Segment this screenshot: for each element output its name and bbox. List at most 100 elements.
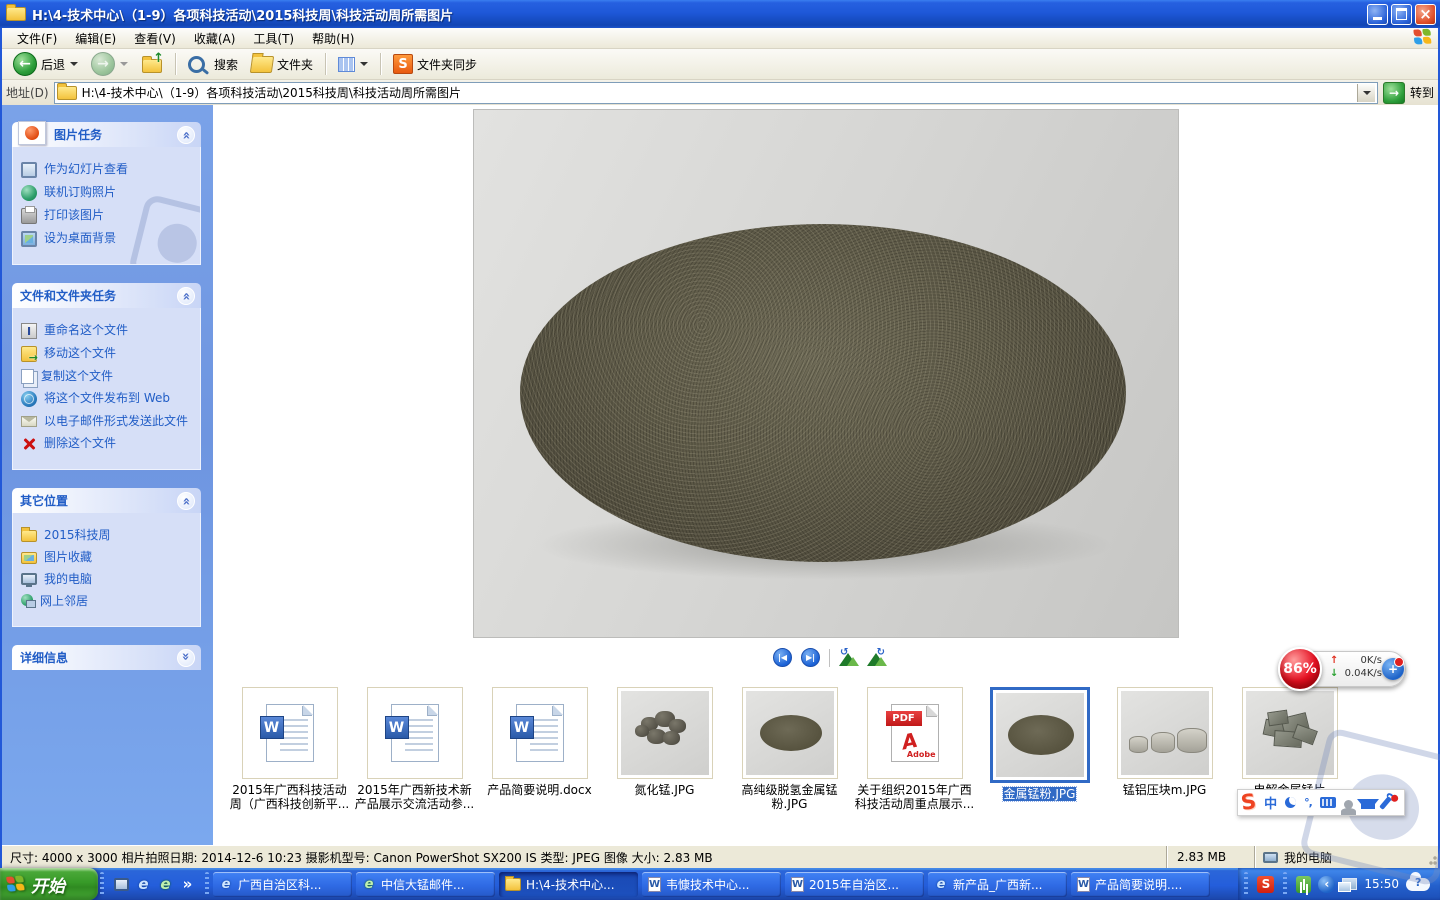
folders-button[interactable]: 文件夹 (246, 54, 318, 75)
go-icon[interactable]: → (1383, 82, 1405, 104)
address-dropdown-button[interactable] (1357, 84, 1375, 102)
rotate-counterclockwise-button[interactable]: ↺ (839, 650, 858, 666)
menu-edit[interactable]: 编辑(E) (66, 28, 125, 49)
collapse-chevron-icon[interactable]: « (177, 126, 195, 144)
quicklaunch-handle[interactable] (100, 872, 104, 896)
place-2015-tech-week[interactable]: 2015科技周 (21, 528, 196, 543)
menu-favorites[interactable]: 收藏(A) (185, 28, 245, 49)
task-button[interactable]: W 韦慷技术中心... (642, 872, 781, 897)
expand-chevron-icon[interactable]: « (177, 649, 195, 667)
menu-tools[interactable]: 工具(T) (244, 28, 303, 49)
up-folder-icon: ↑ (141, 54, 163, 74)
powder-photo (996, 693, 1084, 777)
restore-button[interactable] (1391, 4, 1412, 25)
print-icon (21, 208, 37, 224)
preview-photo[interactable] (474, 110, 1178, 637)
rotate-clockwise-button[interactable]: ↻ (867, 650, 886, 666)
file-thumbnail[interactable]: W 2015年广西新技术新产品展示交流活动参... (352, 687, 477, 845)
hidden-icons-chevron[interactable]: ‹ (1318, 876, 1335, 893)
clock[interactable]: 15:50 (1364, 877, 1399, 891)
panel-file-tasks-header[interactable]: 文件和文件夹任务 « (12, 283, 201, 308)
ime-fullhalf-icon[interactable] (1285, 797, 1296, 808)
upload-speed: 0K/s (1361, 655, 1383, 666)
ime-settings-icon[interactable] (1379, 796, 1392, 810)
task-delete-file[interactable]: 删除这个文件 (21, 436, 196, 452)
task-view-slideshow[interactable]: 作为幻灯片查看 (21, 162, 196, 178)
quick-launch-app-icon[interactable] (113, 876, 130, 893)
file-thumbnail[interactable]: W 2015年广西科技活动周（广西科技创新平... (227, 687, 352, 845)
up-button[interactable]: ↑ (136, 52, 168, 76)
email-icon (21, 416, 37, 427)
minimize-button[interactable] (1367, 4, 1388, 25)
task-buttons: e 广西自治区科... e 中信大锰邮件... H:\4-技术中心... W 韦… (211, 872, 1238, 897)
task-email-file[interactable]: 以电子邮件形式发送此文件 (21, 414, 196, 429)
ime-account-icon[interactable] (1344, 800, 1353, 809)
address-input[interactable]: H:\4-技术中心\（1-9）各项科技活动\2015科技周\科技活动周所需图片 (54, 82, 1378, 104)
task-move-file[interactable]: 移动这个文件 (21, 346, 196, 362)
task-button[interactable]: W 2015年自治区... (785, 872, 924, 897)
task-copy-file[interactable]: 复制这个文件 (21, 369, 196, 384)
next-image-button[interactable]: ▶| (801, 648, 820, 667)
ime-punctuation-button[interactable]: °, (1304, 796, 1312, 809)
place-network[interactable]: 网上邻居 (21, 594, 196, 609)
back-dropdown-icon[interactable] (70, 62, 78, 66)
folder-sync-button[interactable]: S 文件夹同步 (388, 52, 482, 76)
forward-button[interactable]: → (86, 50, 133, 78)
explorer-main: 图片任务 « 作为幻灯片查看 联机订购照片 打印该图片 设为桌面背景 文件和文件… (2, 105, 1438, 845)
menu-file[interactable]: 文件(F) (8, 28, 66, 49)
task-rename-file[interactable]: 重命名这个文件 (21, 323, 196, 339)
task-button-active[interactable]: H:\4-技术中心... (499, 872, 638, 897)
views-dropdown-icon[interactable] (360, 62, 368, 66)
file-thumbnail[interactable]: W 产品简要说明.docx (477, 687, 602, 845)
manganese-powder-pile (520, 224, 1126, 562)
search-button[interactable]: 搜索 (183, 54, 243, 75)
place-my-computer[interactable]: 我的电脑 (21, 572, 196, 587)
quick-launch-ie-icon[interactable]: e (135, 876, 152, 893)
network-tray-icon[interactable] (1342, 878, 1357, 890)
task-button[interactable]: W 产品简要说明.... (1071, 872, 1210, 897)
ime-skin-icon[interactable] (1361, 799, 1375, 809)
forward-dropdown-icon[interactable] (120, 62, 128, 66)
collapse-chevron-icon[interactable]: « (177, 492, 195, 510)
ime-toolbar[interactable]: S 中 °, (1237, 789, 1405, 816)
start-button[interactable]: 开始 (0, 868, 98, 900)
menu-help[interactable]: 帮助(H) (303, 28, 363, 49)
copy-icon (21, 369, 34, 384)
tasks-handle[interactable] (205, 872, 209, 896)
download-arrow-icon: ↓ (1330, 668, 1338, 679)
task-publish-web[interactable]: 将这个文件发布到 Web (21, 391, 196, 407)
menu-view[interactable]: 查看(V) (125, 28, 185, 49)
views-button[interactable] (333, 55, 373, 74)
close-button[interactable]: × (1415, 4, 1436, 25)
task-button[interactable]: e 新产品_广西新... (928, 872, 1067, 897)
search-icon (188, 56, 205, 73)
quick-launch-more-icon[interactable]: » (179, 876, 196, 893)
ime-softkeyboard-icon[interactable] (1320, 797, 1336, 808)
task-button[interactable]: e 广西自治区科... (213, 872, 352, 897)
task-button[interactable]: e 中信大锰邮件... (356, 872, 495, 897)
sogou-tray-icon[interactable]: S (1257, 876, 1274, 893)
panel-other-places-header[interactable]: 其它位置 « (12, 488, 201, 513)
word-doc-icon: W (791, 877, 804, 892)
usb-tray-icon[interactable] (1296, 876, 1311, 893)
ime-mode-button[interactable]: 中 (1264, 793, 1277, 812)
netspeed-plus-button[interactable]: + (1382, 658, 1404, 680)
previous-image-button[interactable]: |◀ (773, 648, 792, 667)
toolbar: ← 后退 → ↑ 搜索 文件夹 S 文件夹同步 (2, 49, 1438, 80)
image-thumbnail[interactable]: 高纯级脱氢金属锰粉.JPG (727, 687, 852, 845)
image-thumbnail[interactable]: 锰铝压块m.JPG (1102, 687, 1227, 845)
netspeed-percent-ball[interactable]: 86% (1278, 647, 1322, 691)
image-thumbnail[interactable]: 氮化锰.JPG (602, 687, 727, 845)
tray-handle (1283, 872, 1287, 896)
file-thumbnail[interactable]: PDF A Adobe 关于组织2015年广西科技活动周重点展示... (852, 687, 977, 845)
quick-launch-browser-icon[interactable]: e (157, 876, 174, 893)
sogou-logo-icon[interactable]: S (1240, 791, 1258, 814)
panel-details-header[interactable]: 详细信息 « (12, 645, 201, 670)
go-label[interactable]: 转到 (1410, 84, 1434, 101)
selected-image-thumbnail[interactable]: 金属锰粉.JPG (977, 687, 1102, 845)
back-button[interactable]: ← 后退 (8, 50, 83, 78)
collapse-chevron-icon[interactable]: « (177, 287, 195, 305)
place-my-pictures[interactable]: 图片收藏 (21, 550, 196, 565)
netspeed-widget[interactable]: ↑0K/s ↓0.04K/s 86% + (1278, 647, 1406, 691)
panel-picture-tasks-header[interactable]: 图片任务 « (12, 122, 201, 147)
